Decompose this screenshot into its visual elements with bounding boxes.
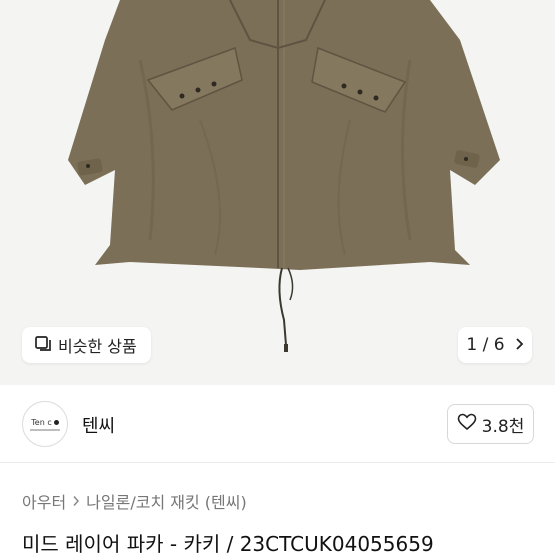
logo-dot-icon <box>53 419 59 425</box>
image-counter: 1 / 6 <box>466 335 505 355</box>
similar-products-button[interactable]: 비슷한 상품 <box>22 327 151 363</box>
chevron-right-icon <box>515 336 524 355</box>
logo-subline <box>30 428 60 431</box>
image-counter-next[interactable]: 1 / 6 <box>458 327 532 363</box>
product-title: 미드 레이어 파카 - 카키 / 23CTCUK04055659 <box>22 532 434 555</box>
shop-logo[interactable]: Ten c <box>22 401 68 447</box>
shop-row: Ten c 텐씨 3.8천 <box>0 385 555 463</box>
similar-items-icon <box>34 334 52 356</box>
breadcrumb-item-category[interactable]: 아우터 <box>22 489 66 513</box>
shop-logo-text: Ten c <box>31 417 52 427</box>
like-button[interactable]: 3.8천 <box>447 404 534 444</box>
breadcrumb-item-subcategory[interactable]: 나일론/코치 재킷 (텐씨) <box>86 489 247 513</box>
chevron-right-icon <box>72 492 80 511</box>
shop-name[interactable]: 텐씨 <box>82 412 115 438</box>
similar-products-label: 비슷한 상품 <box>58 337 137 356</box>
like-count: 3.8천 <box>481 416 525 437</box>
heart-icon <box>457 413 477 435</box>
breadcrumb: 아우터 나일론/코치 재킷 (텐씨) <box>22 489 247 513</box>
